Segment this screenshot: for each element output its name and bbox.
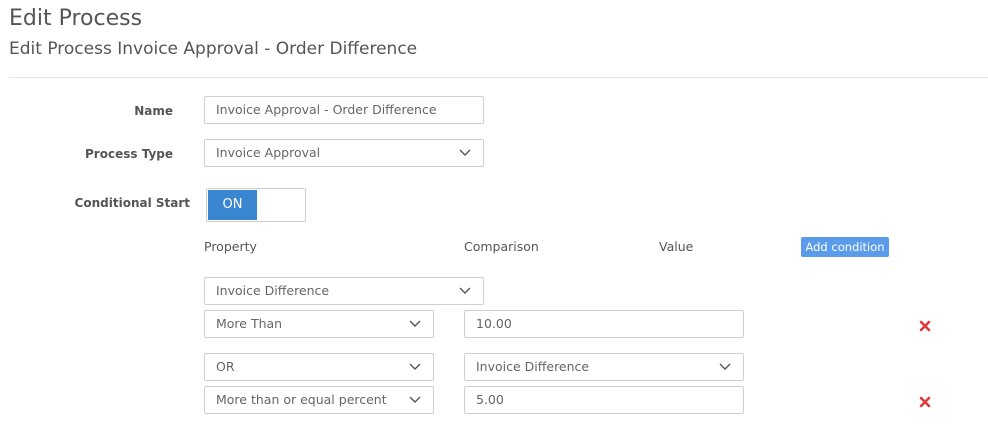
condition-1-comparison-select[interactable]: More Than (204, 310, 434, 338)
condition-2-value-input[interactable]: 5.00 (464, 386, 744, 414)
conditional-start-toggle[interactable]: ON (206, 188, 306, 222)
condition-1-property-select[interactable]: Invoice Difference (204, 277, 484, 305)
name-input[interactable]: Invoice Approval - Order Difference (204, 96, 484, 124)
condition-2-property-value: Invoice Difference (476, 359, 590, 374)
header-divider (9, 77, 988, 78)
condition-2-comparison-value: More than or equal percent (216, 392, 387, 407)
toggle-on-label: ON (208, 190, 257, 220)
close-icon[interactable] (919, 396, 933, 410)
condition-1-comparison-value: More Than (216, 316, 283, 331)
condition-2-connector-value: OR (216, 359, 235, 374)
comparison-header: Comparison (464, 239, 539, 254)
condition-1-property-value: Invoice Difference (216, 283, 330, 298)
condition-1-value-input[interactable]: 10.00 (464, 310, 744, 338)
chevron-down-icon (409, 396, 421, 404)
condition-2-value-text: 5.00 (476, 392, 504, 407)
chevron-down-icon (459, 287, 471, 295)
condition-1-value-text: 10.00 (476, 316, 512, 331)
name-label: Name (134, 104, 173, 118)
add-condition-button[interactable]: Add condition (801, 237, 889, 257)
page-title: Edit Process (9, 6, 143, 31)
close-icon[interactable] (919, 320, 933, 334)
condition-2-comparison-select[interactable]: More than or equal percent (204, 386, 434, 414)
chevron-down-icon (719, 363, 731, 371)
process-type-select[interactable]: Invoice Approval (204, 139, 484, 167)
process-type-value: Invoice Approval (216, 145, 321, 160)
chevron-down-icon (459, 149, 471, 157)
process-type-label: Process Type (85, 147, 173, 161)
property-header: Property (204, 239, 257, 254)
conditional-start-label: Conditional Start (74, 196, 190, 210)
condition-2-connector-select[interactable]: OR (204, 353, 434, 381)
page-subtitle: Edit Process Invoice Approval - Order Di… (9, 39, 418, 59)
value-header: Value (659, 239, 694, 254)
chevron-down-icon (409, 363, 421, 371)
chevron-down-icon (409, 320, 421, 328)
name-input-value: Invoice Approval - Order Difference (216, 102, 437, 117)
condition-2-property-select[interactable]: Invoice Difference (464, 353, 744, 381)
